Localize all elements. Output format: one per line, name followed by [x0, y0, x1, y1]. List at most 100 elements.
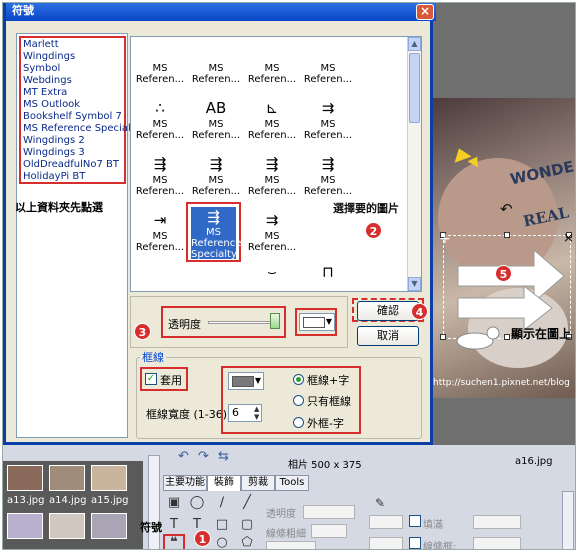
prop-border-field[interactable]: [311, 524, 347, 538]
fill-checkbox[interactable]: [409, 515, 421, 527]
symbol-grid[interactable]: ▲ ▼ MS Referen... MS Referen... MS Referen…: [130, 36, 422, 292]
right-scrollbar[interactable]: [562, 491, 574, 549]
symbol-glyph-icon: ⇶: [321, 155, 335, 173]
thumbnail-strip[interactable]: a13.jpg a14.jpg a15.jpg: [3, 461, 143, 549]
thumbnail-name: a13.jpg: [7, 495, 45, 506]
rounded-rect-tool-icon[interactable]: ▢: [239, 517, 255, 533]
symbol-cell[interactable]: MS Referen...: [245, 41, 299, 95]
fill-field[interactable]: [473, 515, 521, 529]
thumbnail-name: a14.jpg: [49, 495, 87, 506]
radio-border-only[interactable]: [293, 395, 304, 406]
symbol-cell-label: MS Referen...: [135, 175, 185, 197]
symbol-cell[interactable]: ∴ MS Referen...: [133, 97, 187, 151]
scroll-up-icon[interactable]: ▲: [408, 37, 421, 51]
stepper-arrows-icon[interactable]: ▲ ▼: [254, 405, 259, 421]
delete-symbol-icon[interactable]: ×: [563, 231, 574, 246]
rotate-right-icon[interactable]: ↷: [198, 449, 209, 464]
font-list-item[interactable]: Wingdings 2: [23, 135, 122, 147]
filename: a16.jpg: [515, 456, 553, 467]
apply-checkbox[interactable]: ✓: [145, 373, 157, 385]
tab-crop[interactable]: 剪裁: [241, 475, 275, 491]
symbol-cell[interactable]: ⇶ MS Referen...: [133, 153, 187, 207]
opacity-slider-thumb[interactable]: [270, 313, 280, 329]
radio-outline-text[interactable]: [293, 417, 304, 428]
line-tool-icon[interactable]: ╱: [239, 495, 255, 511]
tab-decorate[interactable]: 裝飾: [207, 475, 241, 491]
tab-tools[interactable]: Tools: [275, 475, 309, 491]
border-color-select[interactable]: [473, 537, 521, 549]
opacity-slider[interactable]: [208, 321, 276, 324]
thumbnail[interactable]: [91, 513, 127, 539]
prop-opacity-slider[interactable]: [303, 505, 355, 519]
symbol-cell[interactable]: ⇶ MS Referen...: [245, 153, 299, 207]
dialog-close-button[interactable]: ×: [416, 4, 434, 20]
dialog-titlebar[interactable]: 符號: [6, 3, 436, 21]
grid-scrollbar[interactable]: ▲ ▼: [407, 37, 421, 291]
side-scrollbar[interactable]: [148, 455, 160, 549]
polygon-tool-icon[interactable]: ⬠: [239, 535, 255, 549]
prop-field[interactable]: [266, 541, 316, 549]
font-list-item[interactable]: Wingdings: [23, 51, 122, 63]
radio-border-text[interactable]: [293, 374, 304, 385]
eyedropper-icon[interactable]: ✎: [375, 496, 385, 510]
border-checkbox[interactable]: [409, 537, 421, 549]
rectangle-tool-icon[interactable]: □: [214, 517, 230, 533]
thumbnail[interactable]: [49, 465, 85, 491]
symbol-cell[interactable]: ⊾ MS Referen...: [245, 97, 299, 151]
symbol-cell[interactable]: [301, 209, 355, 263]
symbol-glyph-icon: ⇶: [209, 155, 223, 173]
selected-symbol-label: MS Reference Specialty: [191, 227, 242, 260]
prop-opacity-label: 透明度: [266, 509, 296, 520]
font-list-item[interactable]: Symbol: [23, 63, 122, 75]
symbol-cell[interactable]: MS Referen...: [301, 41, 355, 95]
font-list-item[interactable]: Wingdings 3: [23, 147, 122, 159]
thumbnail[interactable]: [49, 513, 85, 539]
thumbnail[interactable]: [7, 513, 43, 539]
font-list-item[interactable]: Bookshelf Symbol 7: [23, 111, 122, 123]
symbol-glyph-icon: ⇶: [265, 155, 279, 173]
cancel-button[interactable]: 取消: [357, 326, 419, 346]
rotate-left-icon[interactable]: ↶: [178, 449, 189, 464]
font-list-item[interactable]: MS Reference Specialty: [23, 123, 141, 135]
font-list-item[interactable]: Marlett: [23, 39, 122, 51]
selected-symbol-cell[interactable]: ⇶ MS Reference Specialty: [191, 207, 242, 260]
font-list-item[interactable]: HolidayPi BT: [23, 171, 122, 183]
rotate-handle-icon[interactable]: ↶: [500, 200, 513, 218]
symbol-cell-label: MS Referen...: [247, 231, 297, 253]
symbol-cell[interactable]: AB MS Referen...: [189, 97, 243, 151]
scroll-down-icon[interactable]: ▼: [408, 277, 421, 291]
border-color-picker[interactable]: ▼: [228, 372, 264, 390]
border-color-field[interactable]: [369, 537, 403, 549]
symbol-cell[interactable]: ⇥ MS Referen...: [133, 209, 187, 263]
symbol-cell[interactable]: ⇉ MS Referen...: [301, 97, 355, 151]
font-list-item[interactable]: MS Outlook: [23, 99, 122, 111]
font-list[interactable]: Marlett Wingdings Symbol Webdings MT Extra MS…: [16, 33, 141, 438]
text-tool-icon[interactable]: T: [166, 517, 182, 533]
resize-handle[interactable]: [504, 232, 510, 238]
symbol-cell[interactable]: MS Referen...: [133, 41, 187, 95]
resize-handle[interactable]: [440, 334, 446, 340]
scroll-thumb[interactable]: [409, 53, 420, 123]
symbol-color-picker[interactable]: ▼: [299, 313, 335, 331]
flip-icon[interactable]: ⇆: [218, 449, 229, 464]
picture-tool-icon[interactable]: ▣: [166, 495, 182, 511]
thumbnail[interactable]: [91, 465, 127, 491]
resize-handle[interactable]: [504, 334, 510, 340]
font-list-item[interactable]: MT Extra: [23, 87, 122, 99]
symbol-cell[interactable]: ⇶ MS Referen...: [301, 153, 355, 207]
symbol-cell[interactable]: ⇶ MS Referen...: [189, 153, 243, 207]
brush-tool-icon[interactable]: ∕: [214, 495, 230, 511]
symbol-quote-icon[interactable]: ❝: [166, 535, 182, 549]
symbol-cell[interactable]: MS Referen...: [189, 41, 243, 95]
tab-main[interactable]: 主要功能: [163, 475, 207, 491]
ellipse-tool-icon[interactable]: ○: [214, 535, 230, 549]
thumbnail[interactable]: [7, 465, 43, 491]
move-cross-icon[interactable]: +: [439, 231, 451, 247]
font-list-item[interactable]: Webdings: [23, 75, 122, 87]
ok-button[interactable]: 確認: [357, 301, 419, 321]
symbol-cell-label: MS Referen...: [247, 119, 297, 141]
fill-color-field[interactable]: [369, 515, 403, 529]
speech-bubble-icon[interactable]: ◯: [189, 495, 205, 511]
font-list-item[interactable]: OldDreadfulNo7 BT: [23, 159, 122, 171]
symbol-cell[interactable]: ⇉ MS Referen...: [245, 209, 299, 263]
